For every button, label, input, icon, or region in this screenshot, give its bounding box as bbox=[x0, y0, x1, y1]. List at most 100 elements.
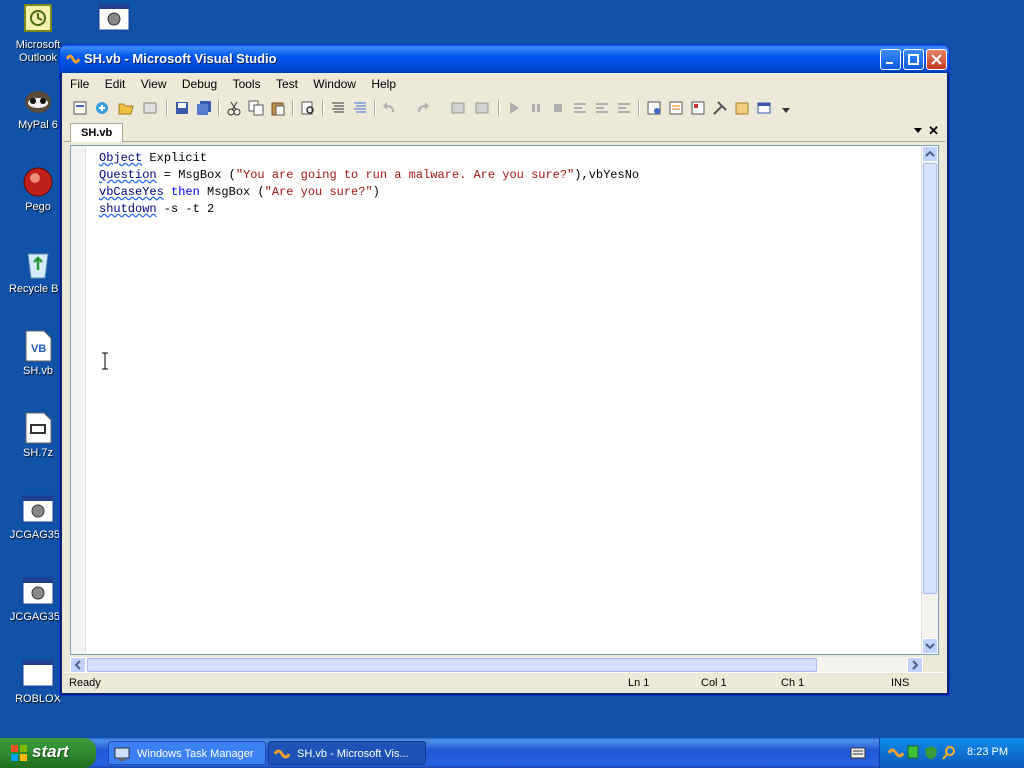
column-indicator: Col 1 bbox=[701, 677, 727, 689]
maximize-button[interactable] bbox=[903, 49, 924, 70]
keyboard-icon[interactable] bbox=[850, 746, 866, 760]
char-indicator: Ch 1 bbox=[781, 677, 805, 689]
line-indicator: Ln 1 bbox=[628, 677, 650, 689]
menu-debug[interactable]: Debug bbox=[176, 73, 223, 95]
start-debugging-icon[interactable] bbox=[506, 100, 522, 116]
vertical-scrollbar[interactable] bbox=[921, 146, 938, 654]
menu-file[interactable]: File bbox=[64, 73, 95, 95]
save-all-icon[interactable] bbox=[196, 100, 212, 116]
network-icon[interactable] bbox=[906, 745, 920, 761]
application-icon bbox=[98, 2, 130, 34]
paste-icon[interactable] bbox=[270, 100, 286, 116]
code-editor[interactable]: Object Explicit Question = MsgBox ("You … bbox=[70, 145, 939, 655]
code-token: -s -t 2 bbox=[156, 202, 215, 216]
close-icon[interactable]: ✕ bbox=[928, 123, 939, 139]
step-over-icon[interactable] bbox=[594, 100, 610, 116]
tray-app-icon[interactable] bbox=[888, 746, 904, 760]
status-bar: Ready Ln 1 Col 1 Ch 1 INS bbox=[64, 672, 945, 693]
scroll-thumb[interactable] bbox=[923, 163, 937, 594]
code-line: shutdown -s -t 2 bbox=[99, 201, 639, 218]
cut-icon[interactable] bbox=[226, 100, 242, 116]
taskbar-button-visual-studio[interactable]: SH.vb - Microsoft Vis... bbox=[268, 741, 426, 765]
archive-file-icon bbox=[22, 412, 54, 444]
undo-icon[interactable] bbox=[382, 100, 398, 116]
close-button[interactable] bbox=[926, 49, 947, 70]
code-token: shutdown bbox=[99, 202, 157, 216]
title-bar[interactable]: SH.vb - Microsoft Visual Studio bbox=[60, 45, 949, 73]
uncomment-icon[interactable] bbox=[352, 100, 368, 116]
redo-icon[interactable] bbox=[414, 100, 430, 116]
window-title: SH.vb - Microsoft Visual Studio bbox=[84, 51, 277, 66]
menu-test[interactable]: Test bbox=[270, 73, 304, 95]
properties-icon[interactable] bbox=[668, 100, 684, 116]
start-button[interactable]: start bbox=[0, 738, 96, 768]
raccoon-icon bbox=[22, 84, 54, 116]
task-manager-icon bbox=[114, 747, 130, 761]
code-token: = MsgBox ( bbox=[156, 168, 236, 182]
step-into-icon[interactable] bbox=[572, 100, 588, 116]
solution-explorer-icon[interactable] bbox=[646, 100, 662, 116]
copy-icon[interactable] bbox=[248, 100, 264, 116]
menu-tools[interactable]: Tools bbox=[227, 73, 267, 95]
code-token: vbCaseYes bbox=[99, 185, 164, 199]
svg-text:VB: VB bbox=[31, 343, 46, 355]
save-icon[interactable] bbox=[174, 100, 190, 116]
recycle-bin-icon bbox=[22, 248, 54, 280]
toolbar-separator bbox=[166, 100, 168, 116]
start-label: start bbox=[32, 742, 69, 761]
toolbox-icon[interactable] bbox=[712, 100, 728, 116]
pause-icon[interactable] bbox=[528, 100, 544, 116]
code-line: Object Explicit bbox=[99, 150, 639, 167]
scroll-up-button[interactable] bbox=[922, 146, 938, 162]
vb-file-icon: VB bbox=[22, 330, 54, 362]
pego-icon bbox=[22, 166, 54, 198]
menu-help[interactable]: Help bbox=[365, 73, 402, 95]
menu-view[interactable]: View bbox=[135, 73, 173, 95]
document-area: SH.vb ✕ Object Explicit Question = MsgBo… bbox=[64, 121, 945, 673]
object-browser-icon[interactable] bbox=[690, 100, 706, 116]
class-view-icon[interactable] bbox=[734, 100, 750, 116]
stop-icon[interactable] bbox=[550, 100, 566, 116]
comment-icon[interactable] bbox=[330, 100, 346, 116]
application-icon bbox=[22, 576, 54, 608]
minimize-button[interactable] bbox=[880, 49, 901, 70]
tab-sh-vb[interactable]: SH.vb bbox=[70, 123, 124, 142]
status-text: Ready bbox=[69, 677, 101, 689]
taskbar-button-label: SH.vb - Microsoft Vis... bbox=[297, 748, 409, 760]
search-icon[interactable] bbox=[942, 745, 956, 761]
clock: 8:23 PM bbox=[967, 746, 1008, 758]
code-token: MsgBox ( bbox=[199, 185, 265, 199]
window-icon bbox=[22, 658, 54, 690]
text-cursor-icon bbox=[102, 352, 108, 370]
step-out-icon[interactable] bbox=[616, 100, 632, 116]
add-existing-icon[interactable] bbox=[142, 100, 158, 116]
navigate-forward-icon[interactable] bbox=[474, 100, 490, 116]
code-token: Question bbox=[99, 168, 157, 182]
toolbar-options-icon[interactable] bbox=[778, 100, 794, 116]
desktop-icon-app[interactable] bbox=[76, 2, 152, 37]
add-item-icon[interactable] bbox=[94, 100, 110, 116]
code-text[interactable]: Object Explicit Question = MsgBox ("You … bbox=[99, 150, 639, 218]
editor-margin bbox=[71, 146, 86, 654]
insert-mode-indicator: INS bbox=[891, 677, 910, 689]
scroll-right-button[interactable] bbox=[907, 657, 923, 673]
menu-bar: File Edit View Debug Tools Test Window H… bbox=[64, 73, 945, 95]
start-page-icon[interactable] bbox=[756, 100, 772, 116]
taskbar-button-task-manager[interactable]: Windows Task Manager bbox=[108, 741, 266, 765]
code-token: Object bbox=[99, 151, 143, 165]
find-icon[interactable] bbox=[300, 100, 316, 116]
menu-edit[interactable]: Edit bbox=[99, 73, 132, 95]
new-project-icon[interactable] bbox=[72, 100, 88, 116]
scroll-thumb[interactable] bbox=[87, 658, 817, 672]
horizontal-scrollbar[interactable] bbox=[70, 657, 923, 673]
toolbar-separator bbox=[218, 100, 220, 116]
open-file-icon[interactable] bbox=[118, 100, 134, 116]
scroll-left-button[interactable] bbox=[70, 657, 86, 673]
menu-window[interactable]: Window bbox=[307, 73, 362, 95]
chevron-down-icon[interactable] bbox=[913, 125, 923, 135]
visual-studio-icon bbox=[274, 749, 290, 759]
security-shield-icon[interactable] bbox=[924, 745, 938, 761]
scroll-down-button[interactable] bbox=[922, 638, 938, 654]
navigate-backward-icon[interactable] bbox=[450, 100, 466, 116]
toolbar-separator bbox=[638, 100, 640, 116]
